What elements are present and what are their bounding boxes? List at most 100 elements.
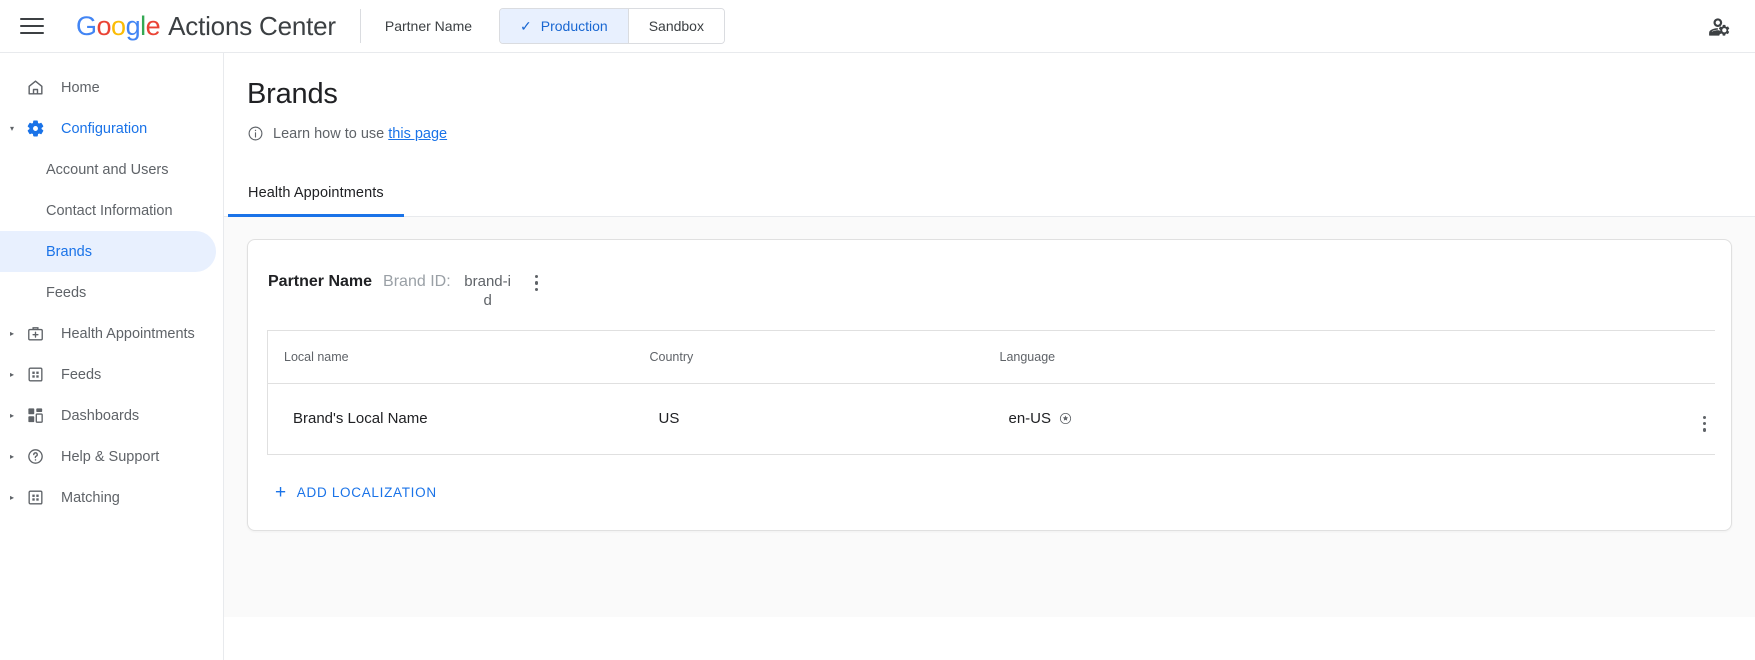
tab-bar: Health Appointments (224, 171, 1755, 217)
column-header-actions (1363, 330, 1715, 384)
plus-icon: + (275, 481, 287, 503)
sidebar-subitem-label: Feeds (46, 284, 87, 301)
topbar-divider (359, 9, 361, 43)
logo-letter: o (96, 10, 112, 41)
env-tab-sandbox[interactable]: Sandbox (628, 9, 724, 43)
sidebar-item-configuration-label: Configuration (61, 120, 148, 137)
sidebar-item-account-and-users[interactable]: Account and Users (0, 149, 216, 190)
hamburger-bar (20, 25, 44, 27)
add-localization-label: ADD LOCALIZATION (296, 484, 437, 500)
sidebar-item-feeds[interactable]: ▸ Feeds (0, 354, 216, 395)
kebab-dot (1702, 415, 1707, 419)
column-header-language: Language (983, 330, 1364, 384)
brand-id-value: brand-id (464, 273, 511, 309)
column-header-country: Country (633, 330, 984, 384)
table-body: Brand's Local Name US en-US (267, 383, 1715, 455)
gear-icon (24, 119, 46, 138)
sidebar-item-dashboards[interactable]: ▸ Dashboards (0, 395, 216, 436)
chevron-right-icon[interactable]: ▸ (10, 452, 22, 461)
language-code: en-US (1008, 410, 1052, 428)
language-wrapper: en-US (1009, 410, 1073, 427)
account-manage-icon[interactable] (1707, 14, 1733, 40)
sidebar-item-health-appointments[interactable]: ▸ Health Appointments (0, 313, 216, 354)
kebab-dot (535, 287, 539, 291)
home-icon (24, 78, 46, 97)
sidebar-item-health-appointments-label: Health Appointments (61, 325, 195, 342)
sidebar-item-configuration[interactable]: ▾ Configuration (0, 108, 216, 149)
learn-text: Learn how to use (273, 125, 385, 142)
dashboard-icon (24, 406, 46, 425)
main-content: Brands Learn how to use this page Health… (224, 53, 1755, 660)
help-circle-icon (24, 447, 46, 466)
sidebar-item-home-label: Home (61, 79, 100, 96)
grid-feed-icon (24, 365, 46, 384)
table-header-row: Local name Country Language (267, 330, 1715, 384)
default-star-icon (1059, 412, 1072, 425)
sidebar-item-feeds-sub[interactable]: Feeds (0, 272, 216, 313)
cell-language: en-US (983, 383, 1364, 455)
kebab-dot (1702, 422, 1707, 426)
logo-letter: e (145, 10, 161, 41)
tab-health-appointments-label: Health Appointments (248, 184, 384, 201)
medical-bag-icon (24, 324, 46, 343)
product-name: Actions Center (168, 10, 336, 41)
chevron-right-icon[interactable]: ▸ (10, 493, 22, 502)
top-app-bar: Google Actions Center Partner Name ✓ Pro… (0, 0, 1755, 53)
logo-letter: g (125, 10, 141, 41)
info-circle-icon (247, 125, 264, 142)
sidebar-item-home[interactable]: ▸ Home (0, 67, 216, 108)
matching-grid-icon (24, 488, 46, 507)
env-tab-production-label: Production (540, 18, 608, 34)
content-area: Partner Name Brand ID: brand-id Local na… (224, 217, 1755, 617)
env-tab-sandbox-label: Sandbox (648, 18, 704, 34)
add-localization-button[interactable]: + ADD LOCALIZATION (267, 477, 445, 508)
brand-more-vert-icon[interactable] (527, 272, 547, 294)
chevron-right-icon[interactable]: ▸ (10, 370, 22, 379)
app-branding[interactable]: Google Actions Center (76, 11, 336, 42)
brand-name: Partner Name (268, 273, 373, 290)
learn-more-row: Learn how to use this page (247, 125, 1755, 142)
sidebar-item-matching-label: Matching (61, 489, 120, 506)
sidebar-item-matching[interactable]: ▸ Matching (0, 477, 216, 518)
cell-local-name: Brand's Local Name (267, 383, 634, 455)
chevron-right-icon[interactable]: ▸ (10, 411, 22, 420)
kebab-dot (535, 275, 539, 279)
hamburger-bar (20, 32, 44, 34)
tab-health-appointments[interactable]: Health Appointments (228, 171, 404, 217)
chevron-down-icon[interactable]: ▾ (10, 124, 22, 133)
partner-name-label: Partner Name (384, 18, 473, 34)
brand-card: Partner Name Brand ID: brand-id Local na… (247, 239, 1732, 531)
table-row[interactable]: Brand's Local Name US en-US (267, 383, 1715, 455)
table-head: Local name Country Language (267, 330, 1715, 384)
row-more-vert-icon[interactable] (1695, 415, 1715, 432)
hamburger-menu-icon[interactable] (20, 13, 46, 39)
sidebar-subitem-label: Contact Information (46, 202, 173, 219)
sidebar-item-brands[interactable]: Brands (0, 231, 216, 272)
sidebar-navigation: ▸ Home ▾ Configuration Account and Users… (0, 53, 224, 660)
column-header-local-name: Local name (267, 330, 634, 384)
sidebar-subitem-label: Brands (46, 243, 92, 260)
sidebar-subitem-label: Account and Users (46, 161, 169, 178)
this-page-link[interactable]: this page (388, 126, 447, 142)
page-title: Brands (247, 78, 338, 110)
logo-letter: G (76, 10, 97, 41)
chevron-right-icon[interactable]: ▸ (10, 329, 22, 338)
environment-toggle: ✓ Production Sandbox (499, 8, 725, 44)
kebab-dot (535, 281, 539, 285)
sidebar-item-contact-information[interactable]: Contact Information (0, 190, 216, 231)
sidebar-item-help-and-support-label: Help & Support (61, 448, 160, 465)
check-icon: ✓ (520, 18, 532, 34)
logo-letter: o (111, 10, 126, 41)
google-logo: Google (76, 10, 161, 42)
sidebar-item-feeds-label: Feeds (61, 366, 102, 383)
hamburger-bar (20, 18, 44, 20)
kebab-dot (1702, 428, 1707, 432)
env-tab-production[interactable]: ✓ Production (500, 9, 629, 43)
localizations-table: Local name Country Language Brand's Loca… (267, 330, 1715, 455)
sidebar-item-help-and-support[interactable]: ▸ Help & Support (0, 436, 216, 477)
sidebar-item-dashboards-label: Dashboards (61, 407, 140, 424)
brand-card-header: Partner Name Brand ID: brand-id (248, 258, 1731, 320)
cell-country: US (633, 383, 984, 455)
cell-row-actions (1363, 383, 1715, 455)
brand-id-label: Brand ID: (383, 273, 451, 290)
